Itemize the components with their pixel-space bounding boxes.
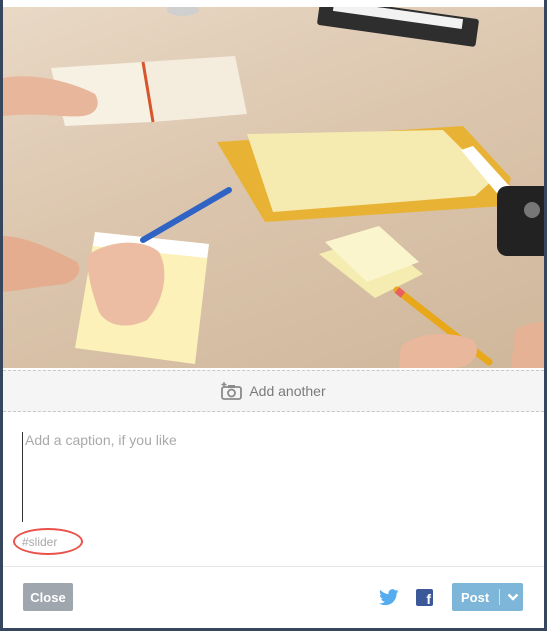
uploaded-photo	[3, 0, 544, 368]
facebook-glyph: f	[426, 591, 431, 606]
twitter-icon[interactable]	[379, 589, 399, 606]
composer-footer: Close f Post	[3, 566, 544, 628]
tag-input[interactable]: #slider	[22, 535, 57, 549]
add-another-label: Add another	[249, 383, 326, 399]
add-another-photo-button[interactable]: Add another	[3, 370, 544, 412]
post-button[interactable]: Post	[452, 583, 523, 611]
photo-top-edge	[3, 0, 544, 7]
chevron-down-icon[interactable]	[507, 592, 519, 602]
post-button-label: Post	[461, 589, 490, 605]
close-button[interactable]: Close	[23, 583, 73, 611]
post-composer: Add another #slider Close f Post	[3, 0, 544, 628]
caption-input[interactable]	[22, 432, 525, 522]
camera-plus-icon	[221, 382, 243, 400]
post-button-divider	[499, 589, 500, 605]
facebook-icon[interactable]: f	[416, 589, 433, 606]
